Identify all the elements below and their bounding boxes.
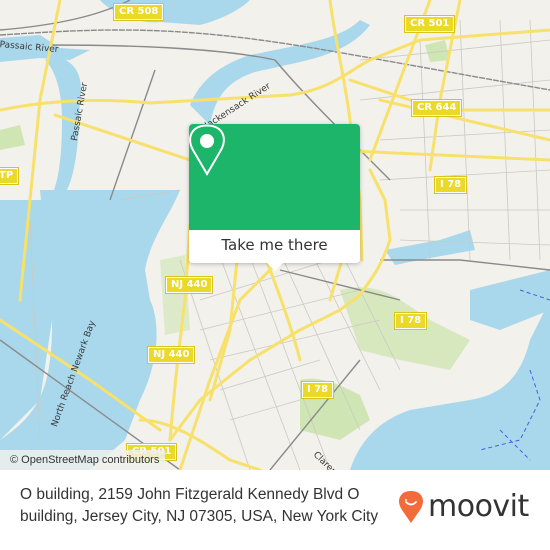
moovit-pin-icon: [399, 491, 423, 523]
brand-name: moovit: [428, 489, 529, 524]
road-shield-i78: I 78: [300, 381, 335, 399]
take-me-there-button[interactable]: Take me there: [189, 230, 360, 263]
map-view[interactable]: CR 508 CR 501 CR 644 I 78 NJ 440 NJ 440 …: [0, 0, 550, 470]
road-shield-cr508: CR 508: [112, 3, 165, 21]
popup-pointer: [266, 262, 284, 271]
road-shield-cr501: CR 501: [403, 15, 456, 33]
road-shield-tp: TP: [0, 167, 20, 185]
popup-header: [189, 124, 360, 230]
road-shield-nj440: NJ 440: [146, 346, 196, 364]
map-attribution[interactable]: © OpenStreetMap contributors: [0, 450, 166, 470]
road-shield-i78: I 78: [433, 176, 468, 194]
footer: O building, 2159 John Fitzgerald Kennedy…: [0, 470, 550, 550]
address-text: O building, 2159 John Fitzgerald Kennedy…: [20, 486, 379, 525]
road-shield-i78: I 78: [393, 312, 428, 330]
map-pin-icon: [189, 124, 225, 176]
moovit-logo[interactable]: moovit: [398, 490, 529, 524]
road-shield-cr644: CR 644: [410, 99, 463, 117]
location-popup: Take me there: [189, 124, 360, 271]
road-shield-nj440: NJ 440: [164, 276, 214, 294]
